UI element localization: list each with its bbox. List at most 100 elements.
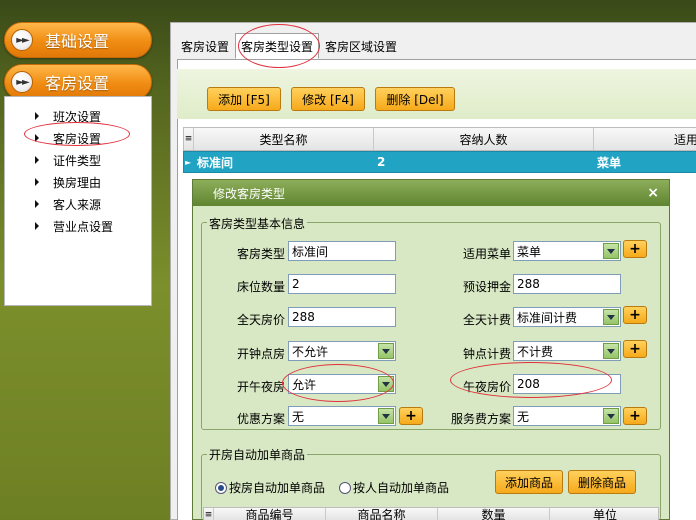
day-price-label: 全天房价 [236,313,285,327]
close-icon[interactable]: × [647,185,659,201]
nav-group-label: 基础设置 [45,32,110,51]
chevron-down-icon[interactable] [378,408,394,424]
nav-item-label: 班次设置 [53,109,102,124]
chevron-down-icon[interactable] [378,376,394,392]
add-hourly-billing-button[interactable]: + [623,340,647,358]
tab-bar: 客房设置 客房类型设置 客房区域设置 [175,33,403,59]
discount-value: 无 [292,409,305,424]
column-header-goods-id[interactable]: 商品编号 [214,508,326,520]
midnight-open-value: 允许 [292,377,317,392]
nav-item-label: 营业点设置 [53,219,114,234]
hourly-open-label: 开钟点房 [236,347,285,361]
arrow-right-icon [35,112,39,120]
column-header-type-name[interactable]: 类型名称 [194,128,374,150]
table-row[interactable]: ► 标准间 2 菜单 [183,151,696,173]
chevron-down-icon[interactable] [603,243,619,259]
tab-room-type-settings[interactable]: 客房类型设置 [235,33,320,59]
deposit-input[interactable]: 288 [513,274,621,294]
nav-item-panel: 班次设置 客房设置 证件类型 换房理由 客人来源 营业点设置 [4,96,152,306]
delete-goods-button[interactable]: 删除商品 [568,470,636,494]
nav-item-shift[interactable]: 班次设置 [35,106,101,126]
arrow-right-icon [35,178,39,186]
add-service-fee-button[interactable]: + [623,407,647,425]
radio-by-person-label: 按人自动加单商品 [353,481,450,495]
double-chevron-right-icon: ►► [11,29,33,51]
column-header-capacity[interactable]: 容纳人数 [374,128,594,150]
column-header-unit[interactable]: 单位 [550,508,658,520]
midnight-open-label: 开午夜房 [236,380,285,394]
nav-item-label: 客房设置 [53,131,102,146]
discount-select[interactable]: 无 [288,406,396,426]
nav-item-label: 换房理由 [53,175,102,190]
beds-input[interactable]: 2 [288,274,396,294]
radio-by-room-label: 按房自动加单商品 [229,481,326,495]
delete-button[interactable]: 删除 [Del] [375,87,455,111]
column-header-menu[interactable]: 适用菜 [594,128,696,150]
goods-legend: 开房自动加单商品 [207,446,308,463]
chevron-down-icon[interactable] [603,408,619,424]
column-header-goods-name[interactable]: 商品名称 [326,508,438,520]
chevron-down-icon[interactable] [378,343,394,359]
dialog-title-bar: 修改客房类型 × [193,180,669,206]
add-goods-button[interactable]: 添加商品 [495,470,563,494]
goods-grid-header: ≡ 商品编号 商品名称 数量 单位 [203,507,659,520]
grid-header: ≡ 类型名称 容纳人数 适用菜 [183,127,696,151]
midnight-price-input[interactable]: 208 [513,374,621,394]
nav-item-outlet[interactable]: 营业点设置 [35,216,113,236]
chevron-down-icon[interactable] [603,343,619,359]
double-chevron-right-icon: ►► [11,71,33,93]
day-billing-value: 标准间计费 [517,310,578,325]
cell-menu: 菜单 [597,155,622,170]
room-type-input[interactable]: 标准间 [288,241,396,261]
nav-item-room[interactable]: 客房设置 [35,128,101,148]
menu-value: 菜单 [517,244,542,259]
hourly-billing-value: 不计费 [517,344,554,359]
service-fee-value: 无 [517,409,530,424]
chevron-down-icon[interactable] [603,309,619,325]
tab-room-area-settings[interactable]: 客房区域设置 [319,33,403,59]
arrow-right-icon [35,134,39,142]
row-pointer-icon: ► [185,157,192,167]
tab-room-settings[interactable]: 客房设置 [175,33,235,59]
add-menu-button[interactable]: + [623,240,647,258]
edit-button[interactable]: 修改 [F4] [291,87,365,111]
nav-item-id-type[interactable]: 证件类型 [35,150,101,170]
add-day-billing-button[interactable]: + [623,306,647,324]
nav-group-room-settings[interactable]: ►► 客房设置 [4,64,152,100]
grid-row-selector-header: ≡ [204,508,214,520]
toolbar: 添加 [F5] 修改 [F4] 删除 [Del] [177,69,696,119]
hourly-open-select[interactable]: 不允许 [288,341,396,361]
radio-by-person[interactable]: 按人自动加单商品 [339,479,449,496]
arrow-right-icon [35,222,39,230]
dialog-title: 修改客房类型 [213,186,286,201]
service-fee-select[interactable]: 无 [513,406,621,426]
beds-label: 床位数量 [236,280,285,294]
add-discount-button[interactable]: + [399,407,423,425]
midnight-price-label: 午夜房价 [462,380,511,394]
radio-selected-icon [215,481,227,494]
day-billing-label: 全天计费 [462,313,511,327]
nav-item-room-change-reason[interactable]: 换房理由 [35,172,101,192]
midnight-open-select[interactable]: 允许 [288,374,396,394]
arrow-right-icon [35,200,39,208]
menu-select[interactable]: 菜单 [513,241,621,261]
nav-item-guest-source[interactable]: 客人来源 [35,194,101,214]
hourly-billing-select[interactable]: 不计费 [513,341,621,361]
nav-item-label: 客人来源 [53,197,102,212]
grid-row-selector-header: ≡ [184,128,194,150]
column-header-quantity[interactable]: 数量 [438,508,550,520]
nav-group-basic-settings[interactable]: ►► 基础设置 [4,22,152,58]
deposit-label: 预设押金 [462,280,511,294]
day-price-input[interactable]: 288 [288,307,396,327]
cell-type-name: 标准间 [197,155,234,170]
arrow-right-icon [35,156,39,164]
add-button[interactable]: 添加 [F5] [207,87,281,111]
edit-room-type-dialog: 修改客房类型 × 客房类型基本信息 客房类型 标准间 床位数量 2 全天房价 2… [192,179,670,520]
menu-label: 适用菜单 [462,247,511,261]
room-type-label: 客房类型 [236,247,285,261]
hourly-billing-label: 钟点计费 [462,347,511,361]
radio-by-room[interactable]: 按房自动加单商品 [215,479,325,496]
discount-label: 优惠方案 [236,412,285,426]
day-billing-select[interactable]: 标准间计费 [513,307,621,327]
nav-item-label: 证件类型 [53,153,102,168]
